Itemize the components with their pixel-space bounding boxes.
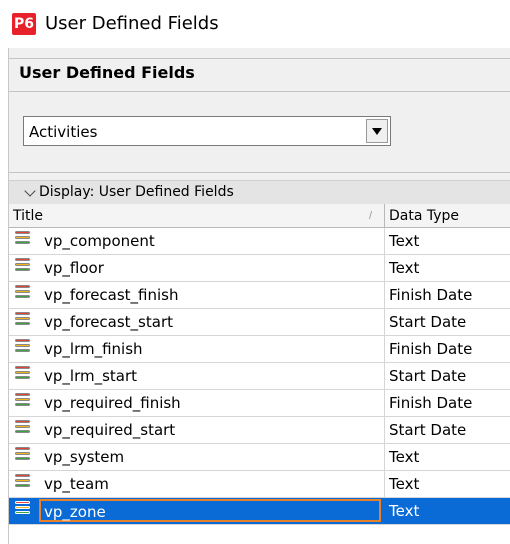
udf-field-icon (15, 474, 30, 494)
table-row[interactable]: vp_floor Text (9, 255, 510, 282)
title-cell[interactable]: vp_required_finish (9, 390, 385, 416)
title-cell[interactable]: vp_team (9, 471, 385, 497)
title-cell[interactable]: vp_forecast_finish (9, 282, 385, 308)
data-type-cell[interactable]: Finish Date (389, 340, 472, 358)
table-row[interactable]: vp_forecast_start Start Date (9, 309, 510, 336)
title-cell[interactable]: vp_required_start (9, 417, 385, 443)
column-resize-icon: / (369, 210, 373, 222)
table-header: Title / Data Type (9, 204, 510, 228)
data-type-cell[interactable]: Start Date (389, 313, 466, 331)
table-row[interactable]: vp_zone Text (9, 498, 510, 525)
table-row[interactable]: vp_component Text (9, 228, 510, 255)
dropdown-button[interactable] (366, 119, 388, 143)
table-row[interactable]: vp_team Text (9, 471, 510, 498)
display-label: Display: User Defined Fields (39, 184, 234, 200)
field-title: vp_forecast_finish (44, 286, 179, 304)
subject-area-dropdown[interactable]: Activities (23, 116, 391, 146)
field-title: vp_lrm_finish (44, 340, 143, 358)
window-title: User Defined Fields (45, 13, 219, 34)
udf-field-icon (15, 258, 30, 278)
title-cell[interactable]: vp_component (9, 228, 385, 254)
table-row[interactable]: vp_system Text (9, 444, 510, 471)
p6-app-icon: P6 (12, 13, 36, 35)
dropdown-selected-value: Activities (29, 123, 98, 141)
table-row[interactable]: vp_forecast_finish Finish Date (9, 282, 510, 309)
chevron-down-icon (372, 128, 382, 135)
udf-field-icon (15, 231, 30, 251)
udf-panel: User Defined Fields Activities Display: … (8, 48, 510, 544)
data-type-cell[interactable]: Finish Date (389, 394, 472, 412)
field-title: vp_zone (44, 503, 106, 521)
field-title: vp_required_start (44, 421, 176, 439)
column-header-title[interactable]: Title (9, 204, 385, 228)
column-header-data-type[interactable]: Data Type (385, 204, 510, 228)
data-type-cell[interactable]: Text (389, 448, 419, 466)
udf-field-icon (15, 447, 30, 467)
field-title: vp_required_finish (44, 394, 181, 412)
data-type-cell[interactable]: Start Date (389, 421, 466, 439)
title-cell[interactable]: vp_lrm_finish (9, 336, 385, 362)
field-title: vp_component (44, 232, 155, 250)
title-edit-field[interactable]: vp_zone (39, 499, 381, 522)
data-type-cell[interactable]: Text (389, 475, 419, 493)
collapse-arrow-icon[interactable] (24, 185, 36, 197)
data-type-cell[interactable]: Finish Date (389, 286, 472, 304)
window-titlebar: P6 User Defined Fields (0, 0, 510, 48)
data-type-cell[interactable]: Text (389, 259, 419, 277)
title-cell[interactable]: vp_system (9, 444, 385, 470)
table-row[interactable]: vp_required_start Start Date (9, 417, 510, 444)
title-cell[interactable]: vp_lrm_start (9, 363, 385, 389)
divider (9, 172, 510, 173)
title-cell[interactable]: vp_forecast_start (9, 309, 385, 335)
table-row[interactable]: vp_lrm_start Start Date (9, 363, 510, 390)
title-cell[interactable]: vp_floor (9, 255, 385, 281)
field-title: vp_floor (44, 259, 104, 277)
udf-field-icon (15, 285, 30, 305)
table-row[interactable]: vp_required_finish Finish Date (9, 390, 510, 417)
udf-field-icon (15, 501, 30, 521)
field-title: vp_forecast_start (44, 313, 173, 331)
udf-field-icon (15, 312, 30, 332)
udf-table: Title / Data Type vp_component Text vp_flo… (9, 204, 510, 544)
data-type-cell[interactable]: Text (389, 502, 419, 520)
field-title: vp_system (44, 448, 125, 466)
table-row[interactable]: vp_lrm_finish Finish Date (9, 336, 510, 363)
udf-field-icon (15, 339, 30, 359)
table-body: vp_component Text vp_floor Text vp_forecast_… (9, 228, 510, 525)
field-title: vp_team (44, 475, 109, 493)
title-cell[interactable]: vp_zone (9, 498, 385, 524)
udf-field-icon (15, 366, 30, 386)
field-title: vp_lrm_start (44, 367, 138, 385)
data-type-cell[interactable]: Start Date (389, 367, 466, 385)
data-type-cell[interactable]: Text (389, 232, 419, 250)
display-bar[interactable]: Display: User Defined Fields (9, 180, 510, 205)
udf-field-icon (15, 393, 30, 413)
section-title: User Defined Fields (19, 63, 195, 82)
udf-field-icon (15, 420, 30, 440)
